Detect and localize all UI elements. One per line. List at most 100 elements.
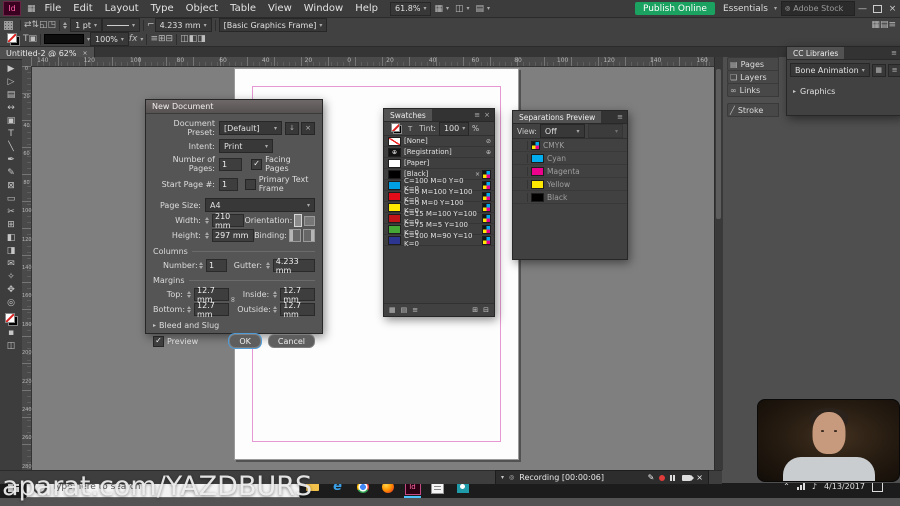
arrange-documents-button[interactable]: ▤ ▾ <box>476 4 491 14</box>
menu-view[interactable]: View <box>262 3 298 14</box>
cancel-button[interactable]: Cancel <box>267 334 315 348</box>
gutter-input[interactable]: 4.233 mm <box>272 257 315 275</box>
menu-edit[interactable]: Edit <box>67 3 98 14</box>
tray-expand-icon[interactable]: ⌃ <box>783 482 790 491</box>
margin-bottom-stepper[interactable] <box>187 306 194 313</box>
binding-ltr-button[interactable] <box>289 229 301 242</box>
menu-file[interactable]: File <box>39 3 68 14</box>
chevron-down-icon[interactable]: ▾ <box>501 474 504 481</box>
portrait-orientation-button[interactable] <box>294 214 303 227</box>
gutter-stepper[interactable] <box>265 262 273 269</box>
dialog-titlebar[interactable]: New Document <box>146 100 322 114</box>
swatches-tab[interactable]: Swatches <box>384 109 432 121</box>
clock-date[interactable]: 4/13/2017 <box>824 482 865 491</box>
fill-stroke-proxy[interactable] <box>7 32 20 46</box>
close-panel-icon[interactable]: × <box>484 111 490 119</box>
scrollbar-thumb[interactable] <box>716 69 721 219</box>
intent-select[interactable]: Print ▾ <box>219 139 273 153</box>
margin-inside-stepper[interactable] <box>273 291 280 298</box>
panel-menu-icon[interactable]: ≡ <box>617 113 623 121</box>
bleed-slug-expander[interactable]: ▸ Bleed and Slug <box>153 321 315 330</box>
tool-fill-stroke-proxy[interactable] <box>4 313 18 326</box>
app-launcher-icon[interactable]: ▦ <box>27 4 36 14</box>
panel-grid-icon[interactable]: ▦ <box>871 20 880 30</box>
vertical-ruler[interactable]: 0 20 40 60 80 100 120 140 160 180 200 220 240 260 280 <box>22 66 32 470</box>
panel-titlebar[interactable]: CC Libraries ≡ <box>787 47 900 60</box>
eyedropper-tool[interactable]: ✧ <box>2 270 20 283</box>
make-all-same-icon[interactable]: ∞ <box>229 295 238 303</box>
selection-tool[interactable]: ▶ <box>2 62 20 75</box>
network-icon[interactable] <box>796 483 805 490</box>
volume-icon[interactable]: ♪ <box>812 482 817 491</box>
fill-swatch[interactable] <box>391 123 400 132</box>
margin-top-input[interactable]: 12.7 mm <box>194 286 229 304</box>
swatch-row-paper[interactable]: [Paper] <box>384 158 494 169</box>
magnifier-icon[interactable]: ◎ <box>509 474 514 481</box>
separation-row-black[interactable]: Black <box>513 191 627 204</box>
default-colors-icon[interactable]: ▪ <box>2 326 20 339</box>
visibility-toggle[interactable] <box>516 166 528 176</box>
margin-outside-stepper[interactable] <box>273 306 280 313</box>
flip-horizontal-icon[interactable]: ⇄ <box>24 20 32 30</box>
columns-number-input[interactable]: 1 <box>206 259 227 272</box>
delete-preset-button[interactable]: × <box>301 121 315 135</box>
height-input[interactable]: 297 mm <box>212 229 254 242</box>
menu-help[interactable]: Help <box>349 3 384 14</box>
swatch-row-none[interactable]: [None] ⊘ <box>384 136 494 147</box>
workspace-switcher[interactable]: Essentials ▾ <box>723 4 777 14</box>
screen-mode-button[interactable]: ◫ ▾ <box>455 4 470 14</box>
gap-tool[interactable]: ↔ <box>2 101 20 114</box>
publish-online-button[interactable]: Publish Online <box>634 2 715 15</box>
annotate-icon[interactable]: ✎ <box>648 473 655 482</box>
separation-row-cmyk[interactable]: CMYK <box>513 139 627 152</box>
panel-menu-icon[interactable]: ≡ <box>888 20 896 30</box>
view-options-button[interactable]: ▦ ▾ <box>434 4 449 14</box>
preview-checkbox[interactable]: ✓ <box>153 335 164 347</box>
stroke-style-select[interactable]: ▾ <box>102 18 141 32</box>
panel-titlebar[interactable]: Swatches ≡ × <box>384 109 494 122</box>
close-button[interactable]: × <box>885 0 900 17</box>
margin-bottom-input[interactable]: 12.7 mm <box>194 301 229 319</box>
gradient-feather-tool[interactable]: ◨ <box>2 244 20 257</box>
panel-menu-icon[interactable]: ≡ <box>891 49 897 57</box>
scissors-tool[interactable]: ✂ <box>2 205 20 218</box>
panel-menu-icon[interactable]: ≡ <box>474 111 480 119</box>
maximize-button[interactable] <box>870 0 885 17</box>
rotate-icon[interactable]: ◱ <box>39 20 48 30</box>
content-collector-tool[interactable]: ▣ <box>2 114 20 127</box>
start-page-input[interactable]: 1 <box>219 177 239 191</box>
panel-doc-icon[interactable]: ▤ <box>880 20 889 30</box>
list-view-button[interactable]: ≡ <box>887 63 900 77</box>
corner-radius-select[interactable]: 4.233 mm ▾ <box>154 18 212 32</box>
fill-swatch[interactable] <box>7 32 17 43</box>
text-color-icon[interactable]: T <box>408 125 412 133</box>
shear-icon[interactable]: ◳ <box>48 20 57 30</box>
stroke-panel-button[interactable]: ╱ Stroke <box>727 103 779 117</box>
separation-row-yellow[interactable]: Yellow <box>513 178 627 191</box>
align-right-icon[interactable]: ◨ <box>197 34 206 44</box>
tool-fill-swatch[interactable] <box>4 313 15 323</box>
page-size-select[interactable]: A4 ▾ <box>205 198 315 212</box>
minimize-button[interactable]: — <box>855 0 870 17</box>
wrap-none-icon[interactable]: ≡ <box>150 34 158 44</box>
links-panel-button[interactable]: ∞ Links <box>727 83 779 97</box>
align-left-icon[interactable]: ◫ <box>180 34 189 44</box>
free-transform-tool[interactable]: ⊞ <box>2 218 20 231</box>
menu-type[interactable]: Type <box>145 3 180 14</box>
visibility-toggle[interactable] <box>516 179 528 189</box>
type-tool[interactable]: T <box>2 127 20 140</box>
pencil-tool[interactable]: ✎ <box>2 166 20 179</box>
show-color-swatches-icon[interactable]: ▤ <box>401 306 408 314</box>
gradient-swatch-tool[interactable]: ◧ <box>2 231 20 244</box>
delete-swatch-icon[interactable]: ⊟ <box>483 306 489 314</box>
width-input[interactable]: 210 mm <box>212 212 245 230</box>
tint-select[interactable]: 100 ▾ <box>438 121 469 136</box>
rectangle-tool[interactable]: ▭ <box>2 192 20 205</box>
menu-window[interactable]: Window <box>298 3 349 14</box>
wrap-bounding-icon[interactable]: ⊞ <box>158 34 166 44</box>
cc-libraries-tab[interactable]: CC Libraries <box>787 47 845 59</box>
align-center-icon[interactable]: ◧ <box>189 34 198 44</box>
adobe-stock-search-input[interactable]: ◎ Adobe Stock <box>781 1 855 16</box>
record-icon[interactable] <box>659 474 666 481</box>
rectangle-frame-tool[interactable]: ⊠ <box>2 179 20 192</box>
